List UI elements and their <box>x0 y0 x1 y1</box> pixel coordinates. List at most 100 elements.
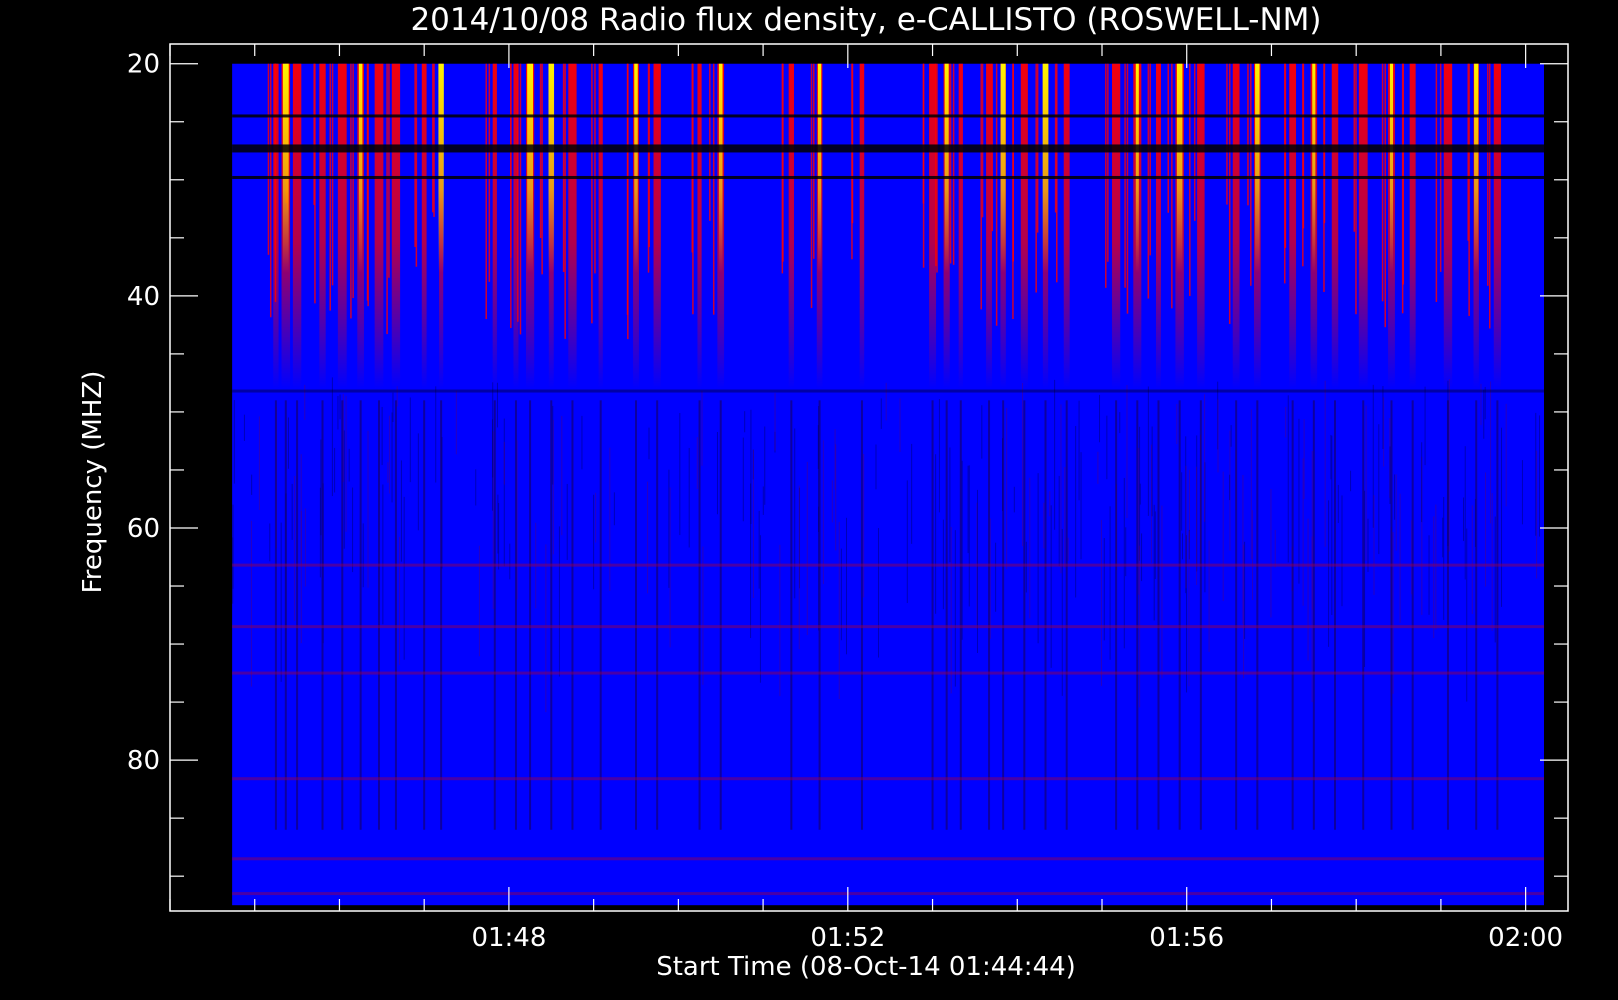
burst-mark <box>568 63 577 389</box>
noise-streak <box>561 415 563 536</box>
noise-streak <box>304 508 306 587</box>
bright-burst-mark <box>718 63 723 273</box>
noise-streak <box>752 449 754 598</box>
burst-echo <box>1496 400 1499 830</box>
noise-streak <box>1061 528 1063 696</box>
noise-streak <box>1060 404 1062 574</box>
burst-echo <box>1312 400 1315 830</box>
burst-mark <box>986 63 992 389</box>
noise-streak <box>1428 535 1430 615</box>
noise-streak <box>1006 407 1008 570</box>
noise-streak <box>1433 516 1435 639</box>
noise-streak <box>339 394 341 420</box>
noise-streak <box>1395 474 1397 551</box>
burst-echo <box>860 400 863 830</box>
burst-fine-line <box>936 63 938 273</box>
burst-fine-line <box>627 63 629 340</box>
noise-streak <box>403 496 405 660</box>
burst-mark <box>492 63 497 389</box>
burst-fine-line <box>949 63 952 264</box>
burst-fine-line <box>562 63 565 272</box>
burst-fine-line <box>329 63 331 311</box>
burst-mark <box>1197 63 1205 389</box>
noise-streak <box>1485 472 1487 587</box>
burst-mark <box>1155 63 1161 389</box>
burst-echo <box>635 400 637 830</box>
burst-echo <box>377 400 380 830</box>
burst-fine-line <box>1189 63 1191 296</box>
noise-streak <box>906 480 908 604</box>
burst-echo <box>440 400 443 830</box>
noise-streak <box>382 484 384 625</box>
noise-streak <box>545 544 547 713</box>
noise-streak <box>1539 415 1541 537</box>
noise-streak <box>1181 533 1183 560</box>
noise-streak <box>981 405 983 459</box>
noise-streak <box>352 487 354 573</box>
burst-mark <box>788 63 794 389</box>
noise-streak <box>688 447 690 548</box>
burst-echo <box>1411 400 1414 830</box>
noise-streak <box>863 454 865 598</box>
noise-streak <box>831 480 833 523</box>
noise-streak <box>291 483 293 540</box>
noise-streak <box>435 386 437 483</box>
noise-streak <box>846 517 848 655</box>
noise-streak <box>1054 379 1056 530</box>
burst-fine-line <box>433 63 435 217</box>
burst-fine-line <box>517 63 519 322</box>
noise-streak <box>1392 532 1394 694</box>
noise-streak <box>935 454 937 614</box>
y-tick-label: 40 <box>127 282 160 312</box>
burst-echo <box>359 400 362 830</box>
noise-streak <box>1448 379 1450 552</box>
noise-streak <box>1337 484 1339 524</box>
burst-echo <box>296 400 299 830</box>
noise-streak <box>1298 418 1300 584</box>
burst-mark <box>1063 63 1070 389</box>
noise-streak <box>1490 381 1492 524</box>
burst-echo <box>698 400 701 830</box>
noise-streak <box>1176 404 1178 445</box>
noise-streak <box>1302 458 1304 606</box>
noise-streak <box>1382 386 1384 449</box>
burst-fine-line <box>1226 63 1228 205</box>
burst-fine-line <box>1193 63 1196 221</box>
burst-echo <box>1065 400 1068 830</box>
noise-streak <box>798 485 800 650</box>
noise-streak <box>381 406 383 466</box>
bright-burst-mark <box>527 63 534 273</box>
spectrogram-heatmap <box>232 63 1544 906</box>
burst-mark <box>374 63 384 389</box>
burst-fine-line <box>269 63 272 318</box>
burst-fine-line <box>1435 63 1438 302</box>
burst-mark <box>1112 63 1121 389</box>
burst-fine-line <box>1171 63 1173 309</box>
burst-mark <box>1020 63 1028 389</box>
bright-burst-mark <box>1474 63 1479 273</box>
noise-streak <box>362 523 364 588</box>
noise-streak <box>1471 505 1473 614</box>
noise-streak <box>331 377 333 497</box>
burst-echo <box>818 400 821 830</box>
noise-streak <box>716 431 718 515</box>
noise-streak <box>258 416 260 510</box>
burst-mark <box>1331 63 1339 389</box>
burst-echo <box>931 400 934 830</box>
noise-streak <box>1188 531 1190 687</box>
burst-fine-line <box>1107 63 1109 262</box>
burst-echo <box>1199 400 1202 830</box>
rfi-band <box>232 777 1544 781</box>
noise-streak <box>696 437 698 490</box>
burst-fine-line <box>1250 63 1252 286</box>
burst-echo <box>719 400 722 830</box>
burst-fine-line <box>1126 63 1129 314</box>
noise-streak <box>417 433 419 531</box>
noise-streak <box>345 395 347 532</box>
noise-streak <box>885 382 887 421</box>
noise-streak <box>399 536 401 665</box>
burst-fine-line <box>564 63 566 339</box>
noise-streak <box>1483 389 1485 439</box>
spectrogram-chart: 2014/10/08 Radio flux density, e-CALLIST… <box>0 0 1618 1000</box>
noise-streak <box>280 522 282 682</box>
